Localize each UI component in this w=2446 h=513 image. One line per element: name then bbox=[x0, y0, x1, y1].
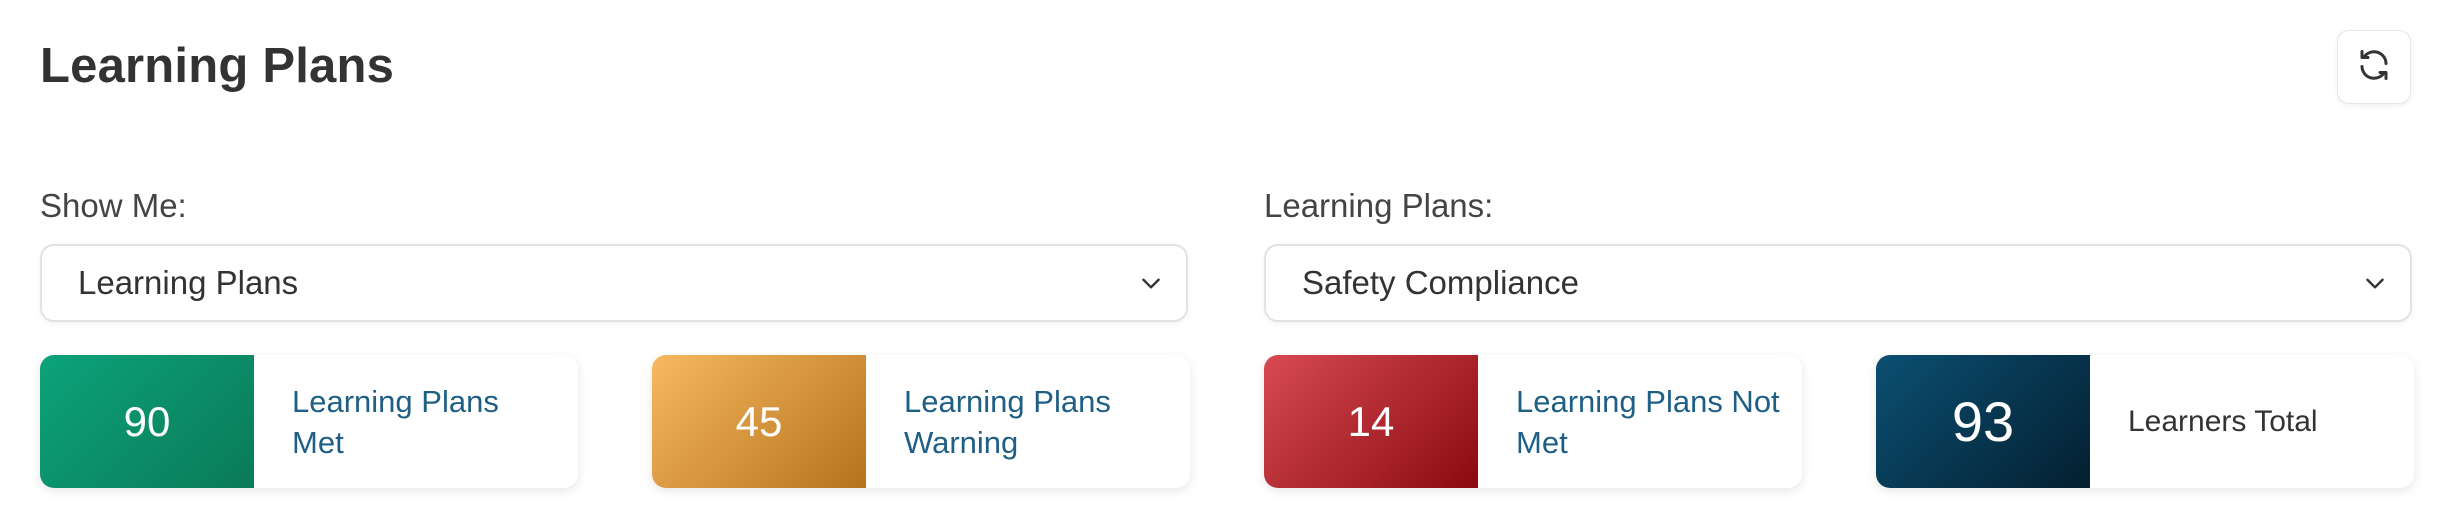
show-me-label: Show Me: bbox=[40, 187, 187, 224]
stat-label: Learning Plans Met bbox=[292, 383, 499, 460]
show-me-value: Learning Plans bbox=[78, 264, 299, 301]
show-me-select[interactable]: Learning Plans bbox=[40, 244, 1188, 322]
learning-plans-widget: Learning Plans Show Me: Learning Plans L… bbox=[0, 0, 2446, 513]
stat-label: Learning Plans Not Met bbox=[1516, 383, 1780, 460]
learning-plans-select[interactable]: Safety Compliance bbox=[1264, 244, 2412, 322]
stat-label: Learners Total bbox=[2128, 405, 2318, 438]
page-title: Learning Plans bbox=[40, 39, 395, 93]
chevron-down-icon bbox=[2362, 270, 2388, 296]
learning-plans-filter-label: Learning Plans: bbox=[1264, 187, 1494, 224]
stat-value: 45 bbox=[652, 355, 866, 488]
stat-card-plans-warning[interactable]: 45 Learning Plans Warning bbox=[652, 355, 1190, 488]
refresh-button[interactable] bbox=[2337, 30, 2411, 104]
stat-value: 14 bbox=[1264, 355, 1478, 488]
refresh-icon bbox=[2356, 47, 2392, 88]
stat-value: 90 bbox=[40, 355, 254, 488]
stat-card-plans-met[interactable]: 90 Learning Plans Met bbox=[40, 355, 578, 488]
stat-card-plans-not-met[interactable]: 14 Learning Plans Not Met bbox=[1264, 355, 1802, 488]
stat-card-learners-total[interactable]: 93 Learners Total bbox=[1876, 355, 2414, 488]
chevron-down-icon bbox=[1138, 270, 1164, 296]
stat-label: Learning Plans Warning bbox=[904, 383, 1111, 460]
stat-value: 93 bbox=[1876, 355, 2090, 488]
learning-plans-value: Safety Compliance bbox=[1302, 264, 1579, 301]
